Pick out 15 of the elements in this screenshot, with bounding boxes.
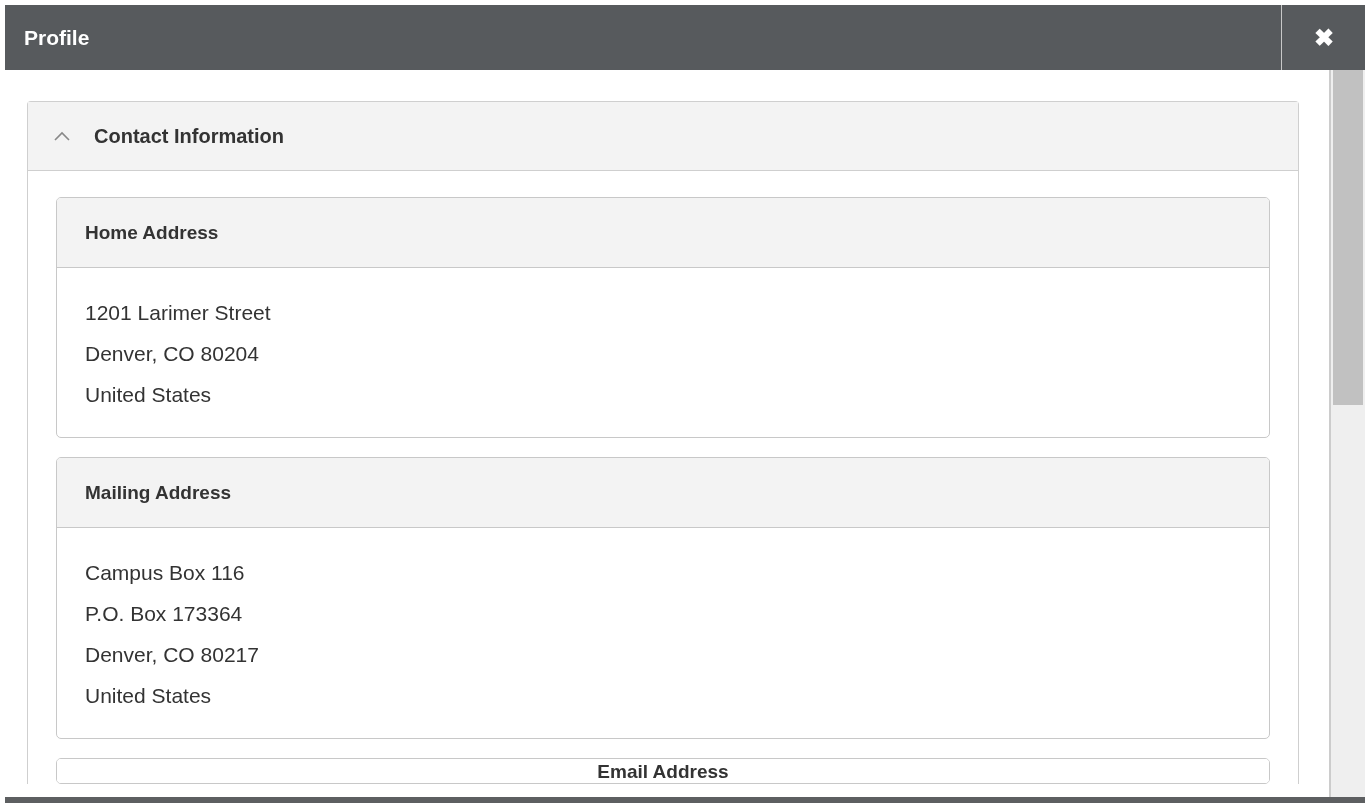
address-line: Denver, CO 80217 xyxy=(85,642,260,668)
address-line: Denver, CO 80204 xyxy=(85,341,260,367)
address-line: United States xyxy=(85,382,213,408)
address-line: Campus Box 116 xyxy=(85,560,246,586)
chevron-icon xyxy=(54,131,70,141)
address-line: 1201 Larimer Street xyxy=(85,300,272,326)
window-title: Profile xyxy=(23,25,91,50)
address-line: United States xyxy=(85,683,213,709)
card-heading: Mailing Address xyxy=(85,481,232,504)
card-heading: Email Address xyxy=(597,761,729,783)
scrollbar-thumb[interactable] xyxy=(1333,70,1363,405)
address-line: P.O. Box 173364 xyxy=(85,601,244,627)
accordion-header[interactable]: Contact Information xyxy=(28,102,1298,171)
scrollbar[interactable] xyxy=(1330,70,1365,797)
card-heading: Home Address xyxy=(85,221,219,244)
